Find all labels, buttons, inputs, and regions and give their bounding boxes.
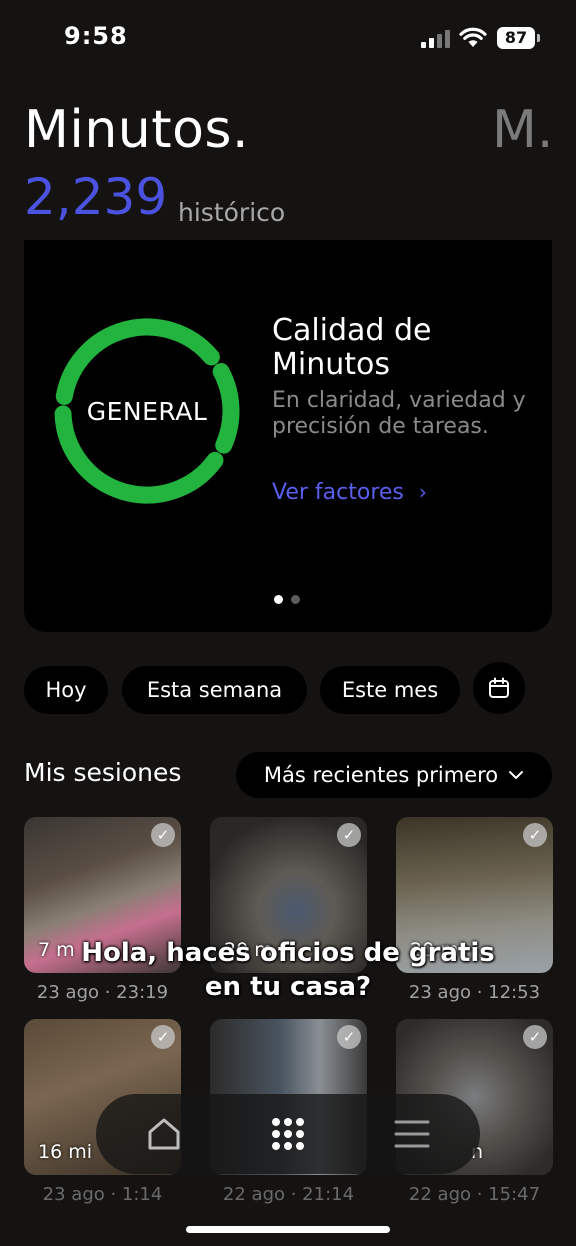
session-date: 22 ago · 15:47 (408, 1184, 541, 1205)
view-factors-label: Ver factores (272, 480, 404, 505)
session-date: 22 ago · 21:14 (222, 1184, 355, 1205)
quality-card[interactable]: GENERAL Calidad de Minutos En claridad, … (24, 240, 552, 632)
menu-icon (394, 1120, 430, 1148)
battery-icon: 87 (497, 27, 540, 49)
nav-grid-button[interactable] (260, 1106, 316, 1162)
sort-dropdown[interactable]: Más recientes primero (236, 752, 552, 798)
minutes-total: 2,239 (24, 168, 168, 226)
check-icon: ✓ (337, 823, 361, 847)
chevron-down-icon (509, 771, 524, 779)
nav-menu-button[interactable] (384, 1106, 440, 1162)
bottom-nav (96, 1094, 480, 1174)
ring-label: GENERAL (86, 396, 208, 426)
session-date: 23 ago · 1:14 (42, 1184, 163, 1205)
pager-dot-active[interactable] (274, 595, 283, 604)
sessions-title: Mis sesiones (24, 758, 182, 787)
sort-label: Más recientes primero (263, 763, 499, 787)
check-icon: ✓ (151, 1025, 175, 1049)
pager-dot[interactable] (291, 595, 300, 604)
status-time: 9:58 (64, 22, 128, 50)
card-title: Calidad de Minutos (272, 313, 432, 382)
status-bar: 9:58 87 (0, 0, 576, 80)
chevron-right-icon: › (418, 480, 427, 504)
filter-this-month[interactable]: Este mes (320, 666, 460, 714)
check-icon: ✓ (337, 1025, 361, 1049)
calendar-button[interactable] (473, 662, 525, 714)
check-icon: ✓ (523, 1025, 547, 1049)
minutes-caption: histórico (178, 198, 286, 227)
wifi-icon (459, 27, 487, 47)
grid-icon (272, 1118, 304, 1150)
calendar-icon (489, 677, 509, 698)
video-caption: Hola, haces oficios de gratis en tu casa… (81, 938, 495, 1002)
home-icon (148, 1118, 180, 1150)
filter-today[interactable]: Hoy (24, 666, 108, 714)
page-title: Minutos. (24, 100, 250, 160)
session-duration: 16 mi (38, 1141, 93, 1163)
home-indicator[interactable] (186, 1226, 390, 1233)
nav-home-button[interactable] (136, 1106, 192, 1162)
card-pager[interactable] (274, 595, 304, 605)
avatar[interactable]: M. (492, 100, 553, 160)
check-icon: ✓ (151, 823, 175, 847)
view-factors-link[interactable]: Ver factores › (272, 480, 427, 505)
filter-this-week[interactable]: Esta semana (122, 666, 307, 714)
check-icon: ✓ (523, 823, 547, 847)
card-description: En claridad, variedad y precisión de tar… (272, 388, 526, 439)
cellular-signal-icon (421, 30, 451, 48)
